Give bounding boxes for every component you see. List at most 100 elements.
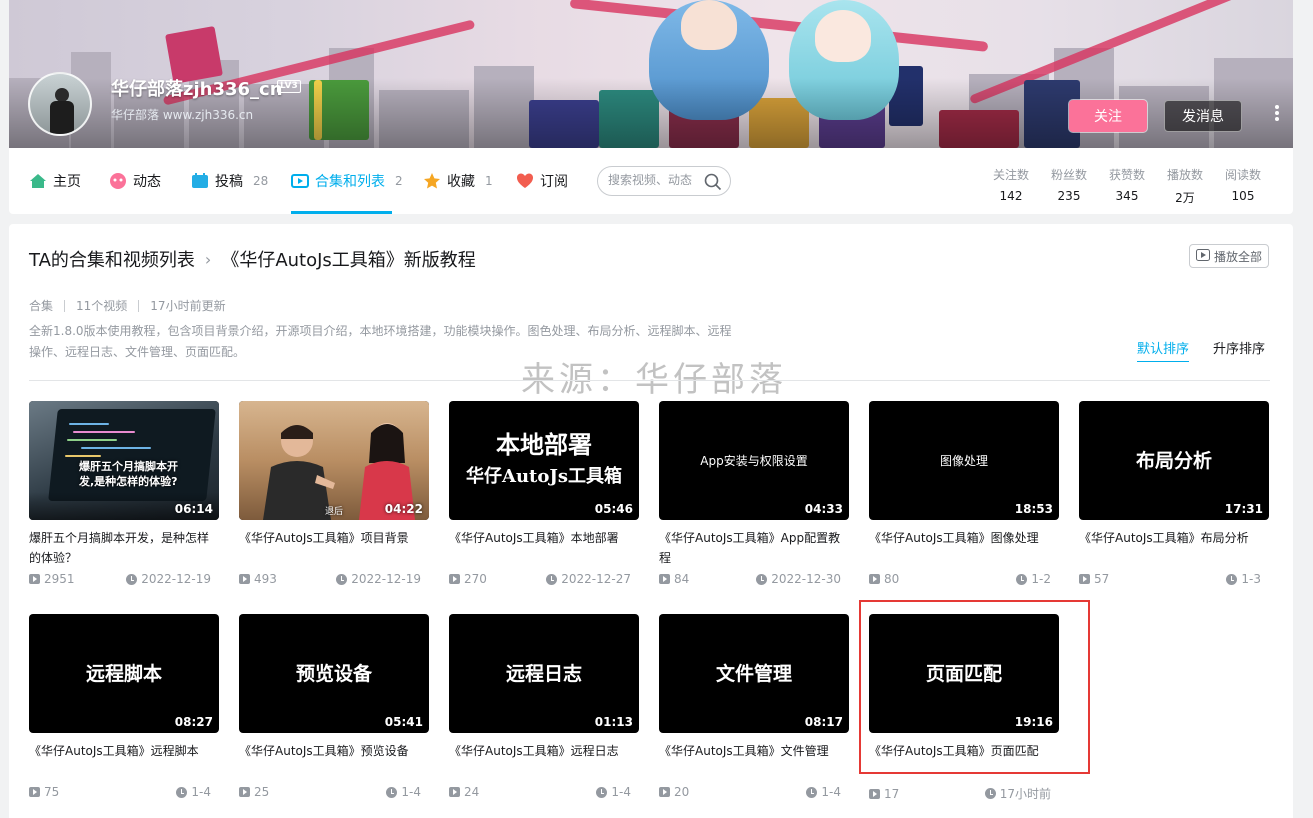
video-card[interactable]: 文件管理 08:17 《华仔AutoJs工具箱》文件管理 20 1-4: [659, 614, 849, 799]
level-badge: LV3: [277, 80, 301, 93]
duration: 01:13: [594, 715, 633, 729]
play-all-label: 播放全部: [1213, 249, 1262, 264]
video-title[interactable]: 《华仔AutoJs工具箱》图像处理: [869, 528, 1059, 568]
stat-fans-label: 粉丝数: [1050, 168, 1087, 182]
publish-date: 1-4: [176, 785, 211, 799]
clock-icon: [126, 573, 138, 585]
video-card[interactable]: 预览设备 05:41 《华仔AutoJs工具箱》预览设备 25 1-4: [239, 614, 429, 799]
video-card[interactable]: App安装与权限设置 04:33 《华仔AutoJs工具箱》App配置教程 84…: [659, 401, 849, 586]
space-search[interactable]: [597, 166, 731, 196]
video-card[interactable]: 本地部署 华仔AutoJs工具箱 05:46 《华仔AutoJs工具箱》本地部署…: [449, 401, 639, 586]
video-card[interactable]: 布局分析 17:31 《华仔AutoJs工具箱》布局分析 57 1-3: [1079, 401, 1269, 586]
stat-likes-label: 获赞数: [1108, 168, 1145, 182]
play-count: 84: [659, 572, 689, 586]
video-cover[interactable]: 文件管理 08:17: [659, 614, 849, 733]
video-title[interactable]: 《华仔AutoJs工具箱》远程脚本: [29, 741, 219, 781]
play-count: 17: [869, 785, 899, 802]
stat-plays-label: 播放数: [1166, 168, 1203, 182]
cover-caption: 爆肝五个月搞脚本开发,是种怎样的体验?: [79, 460, 178, 488]
message-button[interactable]: 发消息: [1164, 100, 1242, 132]
breadcrumb-parent[interactable]: TA的合集和视频列表: [29, 246, 195, 272]
play-count: 57: [1079, 572, 1109, 586]
video-cover[interactable]: 图像处理 18:53: [869, 401, 1059, 520]
publish-date: 2022-12-27: [546, 572, 631, 586]
collection-type: 合集: [29, 299, 54, 313]
video-title[interactable]: 《华仔AutoJs工具箱》App配置教程: [659, 528, 849, 568]
clock-icon: [176, 786, 188, 798]
username[interactable]: 华仔部落zjh336_cn: [111, 75, 283, 101]
video-cover[interactable]: 远程脚本 08:27: [29, 614, 219, 733]
play-count: 493: [239, 572, 277, 586]
collection-panel: TA的合集和视频列表 › 《华仔AutoJs工具箱》新版教程 播放全部 合集 1…: [9, 224, 1293, 818]
collection-count: 11个视频: [76, 299, 128, 313]
video-cover[interactable]: 预览设备 05:41: [239, 614, 429, 733]
video-cover[interactable]: 退后 04:22: [239, 401, 429, 520]
search-input[interactable]: [608, 173, 700, 187]
stat-plays: 播放数 2万: [1160, 166, 1210, 206]
play-count-icon: [869, 574, 880, 584]
publish-date: 1-4: [596, 785, 631, 799]
publish-date: 1-3: [1226, 572, 1261, 586]
cover-caption: 退后: [325, 507, 344, 517]
play-all-button[interactable]: 播放全部: [1189, 244, 1269, 268]
sort-ascending[interactable]: 升序排序: [1213, 338, 1265, 357]
stat-following[interactable]: 关注数 142: [986, 166, 1036, 203]
play-count: 75: [29, 785, 59, 799]
video-cover[interactable]: 本地部署 华仔AutoJs工具箱 05:46: [449, 401, 639, 520]
more-icon[interactable]: [1271, 104, 1283, 128]
follow-button[interactable]: 关注: [1069, 100, 1147, 132]
play-count: 270: [449, 572, 487, 586]
dynamic-icon: [109, 172, 127, 190]
video-title[interactable]: 《华仔AutoJs工具箱》布局分析: [1079, 528, 1269, 568]
video-card[interactable]: 远程脚本 08:27 《华仔AutoJs工具箱》远程脚本 75 1-4: [29, 614, 219, 799]
nav-upload-count: 28: [253, 174, 269, 188]
nav-upload-label: 投稿: [215, 174, 243, 190]
video-title[interactable]: 《华仔AutoJs工具箱》本地部署: [449, 528, 639, 568]
watermark: 来源：华仔部落: [521, 360, 787, 400]
nav-collections[interactable]: 合集和列表 2: [291, 170, 403, 192]
search-icon[interactable]: [704, 173, 722, 195]
play-count-icon: [449, 574, 460, 584]
nav-upload[interactable]: 投稿 28: [191, 170, 268, 192]
play-count-icon: [869, 788, 880, 799]
duration: 18:53: [1014, 502, 1053, 516]
video-cover[interactable]: 爆肝五个月搞脚本开发,是种怎样的体验? 06:14: [29, 401, 219, 520]
publish-date: 1-2: [1016, 572, 1051, 586]
video-cover[interactable]: 远程日志 01:13: [449, 614, 639, 733]
collection-title: 《华仔AutoJs工具箱》新版教程: [221, 250, 476, 271]
video-card[interactable]: 爆肝五个月搞脚本开发,是种怎样的体验? 06:14 爆肝五个月搞脚本开发，是种怎…: [29, 401, 219, 586]
video-title[interactable]: 爆肝五个月搞脚本开发，是种怎样的体验？: [29, 528, 219, 568]
video-title[interactable]: 《华仔AutoJs工具箱》文件管理: [659, 741, 849, 781]
nav-favorites[interactable]: 收藏 1: [423, 170, 493, 192]
play-count: 24: [449, 785, 479, 799]
play-count-icon: [1079, 574, 1090, 584]
nav-subscribe[interactable]: 订阅: [516, 170, 568, 192]
duration: 08:17: [804, 715, 843, 729]
video-card[interactable]: 远程日志 01:13 《华仔AutoJs工具箱》远程日志 24 1-4: [449, 614, 639, 799]
video-cover[interactable]: 布局分析 17:31: [1079, 401, 1269, 520]
video-card[interactable]: 图像处理 18:53 《华仔AutoJs工具箱》图像处理 80 1-2: [869, 401, 1059, 586]
highlight-box: [859, 600, 1090, 774]
video-card[interactable]: 退后 04:22 《华仔AutoJs工具箱》项目背景 493 2022-12-1…: [239, 401, 429, 586]
duration: 06:14: [174, 502, 213, 516]
publish-date: 2022-12-30: [756, 572, 841, 586]
nav-home[interactable]: 主页: [29, 170, 81, 192]
clock-icon: [984, 788, 996, 799]
video-title[interactable]: 《华仔AutoJs工具箱》项目背景: [239, 528, 429, 568]
play-count-icon: [449, 787, 460, 797]
video-cover[interactable]: App安装与权限设置 04:33: [659, 401, 849, 520]
avatar[interactable]: [28, 72, 92, 136]
duration: 05:46: [594, 502, 633, 516]
stat-fans[interactable]: 粉丝数 235: [1044, 166, 1094, 203]
publish-date: 17小时前: [984, 785, 1051, 802]
video-title[interactable]: 《华仔AutoJs工具箱》远程日志: [449, 741, 639, 781]
space-header: 华仔部落zjh336_cn LV3 华仔部落 www.zjh336.cn 关注 …: [9, 0, 1293, 214]
user-sign: 华仔部落 www.zjh336.cn: [111, 108, 254, 122]
nav-dynamic[interactable]: 动态: [109, 170, 161, 192]
video-title[interactable]: 《华仔AutoJs工具箱》预览设备: [239, 741, 429, 781]
play-count-icon: [659, 574, 670, 584]
stat-following-value: 142: [999, 189, 1023, 203]
sort-default[interactable]: 默认排序: [1137, 338, 1190, 362]
clock-icon: [336, 573, 348, 585]
play-count-icon: [29, 787, 40, 797]
